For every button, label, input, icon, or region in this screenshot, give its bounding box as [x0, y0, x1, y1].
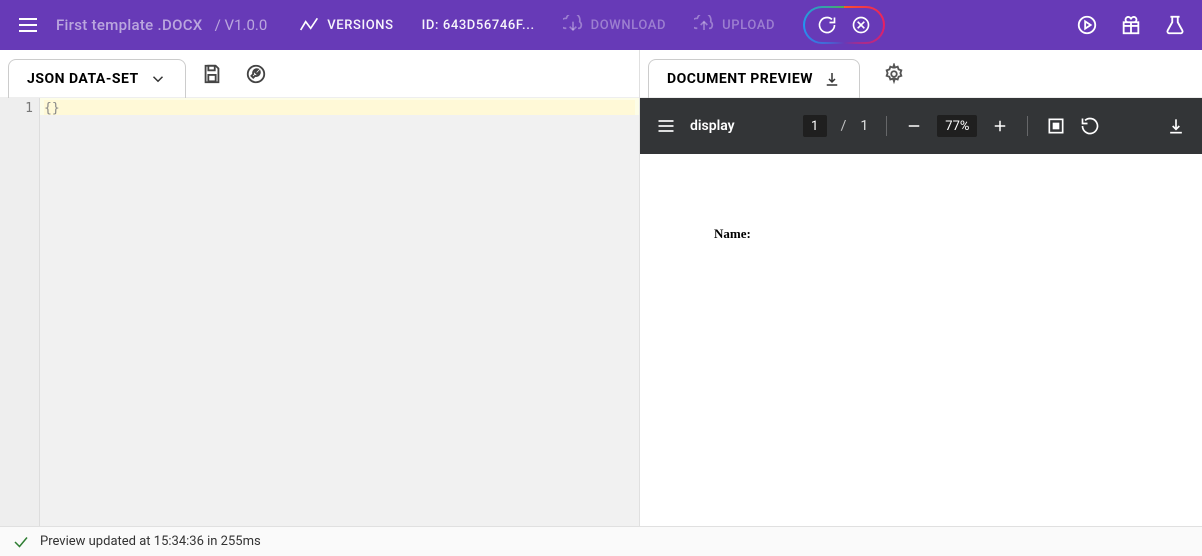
- versions-button[interactable]: VERSIONS: [299, 15, 393, 35]
- json-dataset-tab[interactable]: JSON DATA-SET: [8, 59, 186, 98]
- code-editor[interactable]: 1 {}: [0, 98, 639, 526]
- upload-label: UPLOAD: [722, 18, 775, 33]
- app-toolbar: First template .DOCX / V1.0.0 VERSIONS I…: [0, 0, 1202, 50]
- upload-button[interactable]: UPLOAD: [694, 15, 775, 35]
- status-bar: Preview updated at 15:34:36 in 255ms: [0, 526, 1202, 556]
- pdf-page-total: 1: [860, 118, 868, 134]
- chevron-down-icon: [149, 70, 167, 88]
- pdf-page-sep: /: [841, 118, 847, 134]
- versions-label: VERSIONS: [327, 18, 393, 33]
- pdf-page-input[interactable]: 1: [803, 115, 827, 137]
- play-icon[interactable]: [1076, 14, 1098, 36]
- code-body[interactable]: {}: [40, 98, 639, 526]
- sync-pill: [803, 6, 885, 44]
- left-panel-head: JSON DATA-SET: [0, 50, 639, 98]
- wrench-icon[interactable]: [238, 56, 274, 92]
- status-message: Preview updated at 15:34:36 in 255ms: [40, 534, 261, 549]
- left-panel: JSON DATA-SET 1 {}: [0, 50, 640, 526]
- toolbar-right-icons: [1076, 14, 1186, 36]
- download-label: DOWNLOAD: [591, 18, 666, 33]
- document-preview-tab[interactable]: DOCUMENT PREVIEW: [648, 59, 860, 98]
- line-gutter: 1: [0, 98, 40, 526]
- hamburger-menu-icon[interactable]: [16, 13, 40, 37]
- download-inline-icon[interactable]: [823, 70, 841, 88]
- pdf-toolbar: display 1 / 1 77%: [640, 98, 1202, 154]
- pdf-zoom-value[interactable]: 77%: [937, 115, 977, 137]
- document-canvas: Name:: [640, 154, 1202, 526]
- template-id: ID: 643D56746F...: [422, 18, 535, 33]
- gear-icon[interactable]: [876, 56, 912, 92]
- refresh-icon[interactable]: [813, 11, 841, 39]
- zoom-out-icon[interactable]: [905, 117, 923, 135]
- gift-icon[interactable]: [1120, 14, 1142, 36]
- fit-page-icon[interactable]: [1046, 116, 1066, 136]
- pdf-title: display: [690, 118, 735, 134]
- line-number-1: 1: [0, 101, 33, 116]
- zoom-in-icon[interactable]: [991, 117, 1009, 135]
- cancel-icon[interactable]: [847, 11, 875, 39]
- template-title: First template .DOCX: [56, 16, 203, 34]
- download-button[interactable]: DOWNLOAD: [563, 15, 666, 35]
- document-text-name: Name:: [714, 226, 751, 242]
- right-panel: DOCUMENT PREVIEW display 1 / 1 77%: [640, 50, 1202, 526]
- rotate-icon[interactable]: [1080, 116, 1100, 136]
- check-icon: [12, 533, 30, 551]
- beaker-icon[interactable]: [1164, 14, 1186, 36]
- main-content: JSON DATA-SET 1 {} DOCUMENT PREVIEW: [0, 50, 1202, 526]
- template-version: / V1.0.0: [215, 16, 268, 34]
- pdf-menu-icon[interactable]: [656, 116, 676, 136]
- document-preview-label: DOCUMENT PREVIEW: [667, 71, 813, 87]
- pdf-download-icon[interactable]: [1166, 116, 1186, 136]
- save-icon[interactable]: [194, 56, 230, 92]
- right-panel-head: DOCUMENT PREVIEW: [640, 50, 1202, 98]
- json-dataset-label: JSON DATA-SET: [27, 71, 139, 87]
